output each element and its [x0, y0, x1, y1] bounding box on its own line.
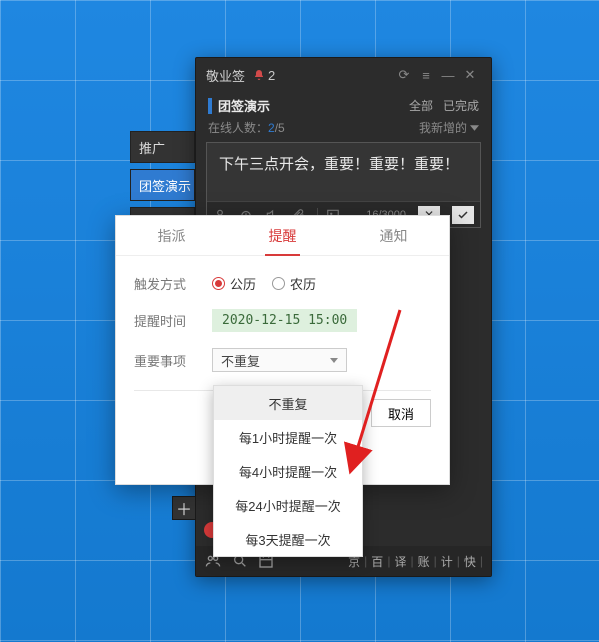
popup-tabs: 指派 提醒 通知 [116, 216, 449, 256]
radio-dot-icon [212, 277, 225, 290]
quick-2[interactable]: 译 [394, 553, 406, 570]
repeat-option-3[interactable]: 每24小时提醒一次 [214, 488, 362, 522]
radio-dot-icon [272, 277, 285, 290]
repeat-label: 重要事项 [134, 351, 196, 370]
bell-count: 2 [268, 68, 275, 83]
group-header: 团签演示 全部 已完成 [196, 92, 491, 117]
online-count: 在线人数：2/5 [208, 119, 285, 136]
tab-notify[interactable]: 通知 [338, 216, 449, 255]
repeat-option-2[interactable]: 每4小时提醒一次 [214, 454, 362, 488]
repeat-option-0[interactable]: 不重复 [214, 386, 362, 420]
quick-3[interactable]: 账 [418, 553, 430, 570]
repeat-select-value: 不重复 [221, 351, 260, 370]
tab-assign[interactable]: 指派 [116, 216, 227, 255]
chevron-down-icon [330, 358, 338, 363]
quick-5[interactable]: 快 [464, 553, 476, 570]
confirm-note-button[interactable] [452, 206, 474, 224]
titlebar: 敬业签 2 ⟳ ≡ — ✕ [196, 58, 491, 92]
app-name: 敬业签 [206, 66, 245, 85]
bell-icon[interactable]: 2 [253, 68, 275, 83]
close-icon[interactable]: ✕ [459, 67, 481, 83]
cancel-button[interactable]: 取消 [371, 399, 431, 427]
repeat-option-4[interactable]: 每3天提醒一次 [214, 522, 362, 556]
repeat-option-1[interactable]: 每1小时提醒一次 [214, 420, 362, 454]
time-label: 提醒时间 [134, 311, 196, 330]
sidetab-0[interactable]: 推广 [130, 131, 195, 163]
tab-all[interactable]: 全部 [409, 97, 433, 114]
repeat-dropdown: 不重复 每1小时提醒一次 每4小时提醒一次 每24小时提醒一次 每3天提醒一次 [213, 385, 363, 557]
tab-done[interactable]: 已完成 [443, 97, 479, 114]
repeat-select[interactable]: 不重复 [212, 348, 347, 372]
note-textarea[interactable]: 下午三点开会，重要！重要！重要！ [207, 143, 480, 201]
group-color-bar [208, 98, 212, 114]
group-name: 团签演示 [218, 96, 270, 115]
time-input[interactable]: 2020-12-15 15:00 [212, 309, 357, 332]
sidetab-1[interactable]: 团签演示 [130, 169, 195, 201]
trigger-label: 触发方式 [134, 274, 196, 293]
minimize-icon[interactable]: — [437, 68, 459, 83]
my-added-dropdown[interactable]: 我新增的 [419, 119, 479, 136]
group-subheader: 在线人数：2/5 我新增的 [196, 117, 491, 142]
quick-links: 京| 百| 译| 账| 计| 快| [348, 553, 483, 570]
radio-solar[interactable]: 公历 [212, 274, 256, 293]
radio-lunar[interactable]: 农历 [272, 274, 316, 293]
quick-1[interactable]: 百 [371, 553, 383, 570]
tab-remind[interactable]: 提醒 [227, 216, 338, 255]
sync-icon[interactable]: ⟳ [393, 67, 415, 83]
add-note-button[interactable]: ＋ [172, 496, 196, 520]
menu-icon[interactable]: ≡ [415, 68, 437, 83]
quick-4[interactable]: 计 [441, 553, 453, 570]
